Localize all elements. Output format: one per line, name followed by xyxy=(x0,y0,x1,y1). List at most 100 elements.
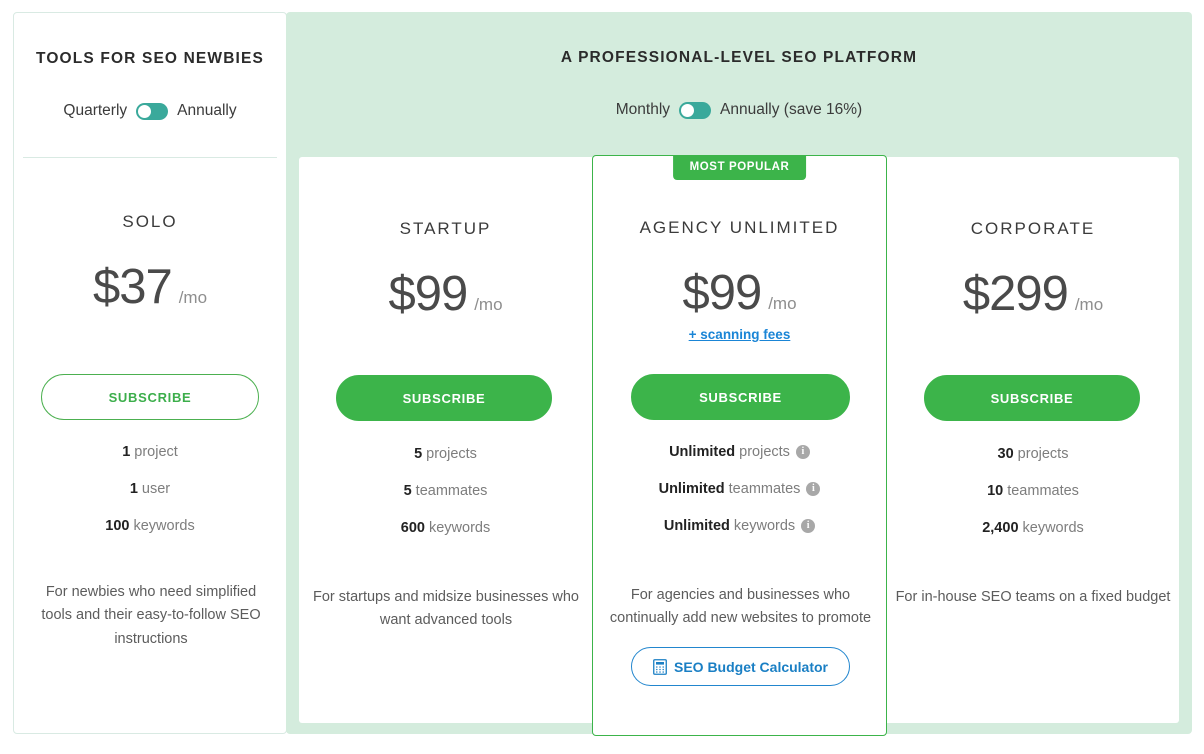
feature-value: 2,400 xyxy=(982,520,1019,536)
subscribe-button-solo[interactable]: SUBSCRIBE xyxy=(41,374,259,420)
pricing-page: TOOLS FOR SEO NEWBIES Quarterly Annually… xyxy=(0,0,1204,754)
list-item: 5 projects xyxy=(299,446,592,462)
calculator-icon xyxy=(653,658,667,675)
feature-list-startup: 5 projects 5 teammates 600 keywords xyxy=(299,446,592,557)
plan-name-agency: AGENCY UNLIMITED xyxy=(593,218,886,238)
plan-price-corporate: $299 /mo xyxy=(887,256,1179,319)
seo-budget-calculator-label: SEO Budget Calculator xyxy=(673,658,829,675)
switch-knob xyxy=(680,102,696,118)
plan-title: AGENCY UNLIMITED xyxy=(639,218,840,237)
plan-name-solo: SOLO xyxy=(14,212,286,232)
feature-label: project xyxy=(134,444,178,460)
subscribe-button-startup[interactable]: SUBSCRIBE xyxy=(336,375,552,421)
plan-description-agency: For agencies and businesses who continua… xyxy=(603,584,878,631)
feature-value: Unlimited xyxy=(669,444,736,460)
feature-value: 100 xyxy=(105,518,130,534)
info-icon[interactable]: i xyxy=(795,445,810,459)
right-toggle-label-annually[interactable]: Annually (save 16%) xyxy=(720,101,862,119)
info-icon[interactable]: i xyxy=(801,519,816,533)
list-item: 600 keywords xyxy=(299,520,592,536)
list-item: 1 project xyxy=(14,444,286,460)
seo-budget-calculator-button[interactable]: SEO Budget Calculator xyxy=(631,647,850,686)
list-item: Unlimited teammates i xyxy=(593,481,886,497)
right-panel-title: A PROFESSIONAL-LEVEL SEO PLATFORM xyxy=(560,49,918,66)
feature-label: teammates xyxy=(728,481,801,497)
plan-card-agency-unlimited: MOST POPULAR AGENCY UNLIMITED $99 /mo + … xyxy=(592,155,887,736)
professional-plans-panel: A PROFESSIONAL-LEVEL SEO PLATFORM Monthl… xyxy=(286,12,1192,736)
scanning-fees-link[interactable]: + scanning fees xyxy=(593,327,886,342)
list-item: 2,400 keywords xyxy=(887,520,1179,536)
description-text: For in-house SEO teams on a fixed budget xyxy=(895,589,1171,605)
feature-label: projects xyxy=(426,446,477,462)
right-billing-switch[interactable] xyxy=(679,101,712,119)
description-text: For startups and midsize businesses who … xyxy=(313,589,579,629)
feature-label: teammates xyxy=(415,483,488,499)
feature-list-agency: Unlimited projects i Unlimited teammates… xyxy=(593,444,886,555)
feature-label: user xyxy=(141,481,171,497)
plan-title: STARTUP xyxy=(399,219,492,238)
left-panel-divider xyxy=(23,157,277,158)
feature-label: keywords xyxy=(133,518,195,534)
price-amount: $99 xyxy=(388,267,468,321)
feature-label: projects xyxy=(1017,446,1069,462)
plan-description-startup: For startups and midsize businesses who … xyxy=(311,586,581,633)
plan-name-startup: STARTUP xyxy=(299,219,592,239)
price-period: /mo xyxy=(768,294,797,313)
description-text: For newbies who need simplified tools an… xyxy=(41,584,261,647)
info-icon[interactable]: i xyxy=(806,482,821,496)
price-amount: $37 xyxy=(92,260,173,314)
status-badge-most-popular: MOST POPULAR xyxy=(672,155,807,180)
feature-value: 5 xyxy=(403,483,412,499)
subscribe-button-solo-wrap: SUBSCRIBE xyxy=(41,374,259,420)
feature-label: teammates xyxy=(1007,483,1079,499)
feature-label: keywords xyxy=(1022,520,1084,536)
left-billing-toggle[interactable]: Quarterly Annually xyxy=(14,102,286,120)
list-item: Unlimited projects i xyxy=(593,444,886,460)
feature-value: Unlimited xyxy=(663,518,730,534)
right-billing-toggle[interactable]: Monthly Annually (save 16%) xyxy=(286,101,1192,119)
subscribe-button-corporate[interactable]: SUBSCRIBE xyxy=(924,375,1140,421)
plan-description-solo: For newbies who need simplified tools an… xyxy=(40,581,262,651)
list-item: 5 teammates xyxy=(299,483,592,499)
right-toggle-label-monthly[interactable]: Monthly xyxy=(616,101,670,119)
subscribe-button-agency[interactable]: SUBSCRIBE xyxy=(631,374,850,420)
left-panel-title: TOOLS FOR SEO NEWBIES xyxy=(36,50,264,67)
plan-price-solo: $37 /mo xyxy=(14,249,286,312)
price-period: /mo xyxy=(178,288,208,307)
plan-cards-container: STARTUP $99 /mo SUBSCRIBE 5 projects 5 t… xyxy=(299,155,1179,736)
price-period: /mo xyxy=(1074,295,1104,314)
subscribe-button-corporate-wrap: SUBSCRIBE xyxy=(924,375,1140,421)
feature-value: 30 xyxy=(997,446,1014,462)
plan-card-corporate: CORPORATE $299 /mo SUBSCRIBE 30 projects xyxy=(887,157,1179,723)
price-amount: $99 xyxy=(682,266,762,320)
price-amount: $299 xyxy=(962,267,1069,321)
feature-list-corporate: 30 projects 10 teammates 2,400 keywords xyxy=(887,446,1179,557)
left-toggle-label-quarterly[interactable]: Quarterly xyxy=(63,102,127,120)
price-period: /mo xyxy=(474,295,503,314)
feature-label: keywords xyxy=(428,520,491,536)
feature-list-solo: 1 project 1 user 100 keywords xyxy=(14,444,286,555)
subscribe-button-agency-wrap: SUBSCRIBE xyxy=(631,374,850,420)
feature-label: projects xyxy=(739,444,790,460)
list-item: 30 projects xyxy=(887,446,1179,462)
plan-description-corporate: For in-house SEO teams on a fixed budget xyxy=(892,586,1174,609)
left-billing-switch[interactable] xyxy=(136,102,169,120)
feature-value: 1 xyxy=(122,444,131,460)
list-item: Unlimited keywords i xyxy=(593,518,886,534)
feature-value: 10 xyxy=(987,483,1004,499)
plan-title: CORPORATE xyxy=(970,219,1096,238)
plan-card-startup: STARTUP $99 /mo SUBSCRIBE 5 projects 5 t… xyxy=(299,157,592,723)
newbie-plan-panel: TOOLS FOR SEO NEWBIES Quarterly Annually… xyxy=(13,12,287,734)
left-toggle-label-annually[interactable]: Annually xyxy=(177,102,236,120)
switch-knob xyxy=(137,103,153,119)
plan-price-agency: $99 /mo + scanning fees xyxy=(593,255,886,343)
feature-label: keywords xyxy=(733,518,796,534)
list-item: 10 teammates xyxy=(887,483,1179,499)
feature-value: 600 xyxy=(400,520,425,536)
subscribe-button-startup-wrap: SUBSCRIBE xyxy=(336,375,552,421)
list-item: 1 user xyxy=(14,481,286,497)
feature-value: 1 xyxy=(129,481,138,497)
plan-price-startup: $99 /mo xyxy=(299,256,592,319)
feature-value: 5 xyxy=(414,446,423,462)
plan-title: SOLO xyxy=(122,212,178,231)
